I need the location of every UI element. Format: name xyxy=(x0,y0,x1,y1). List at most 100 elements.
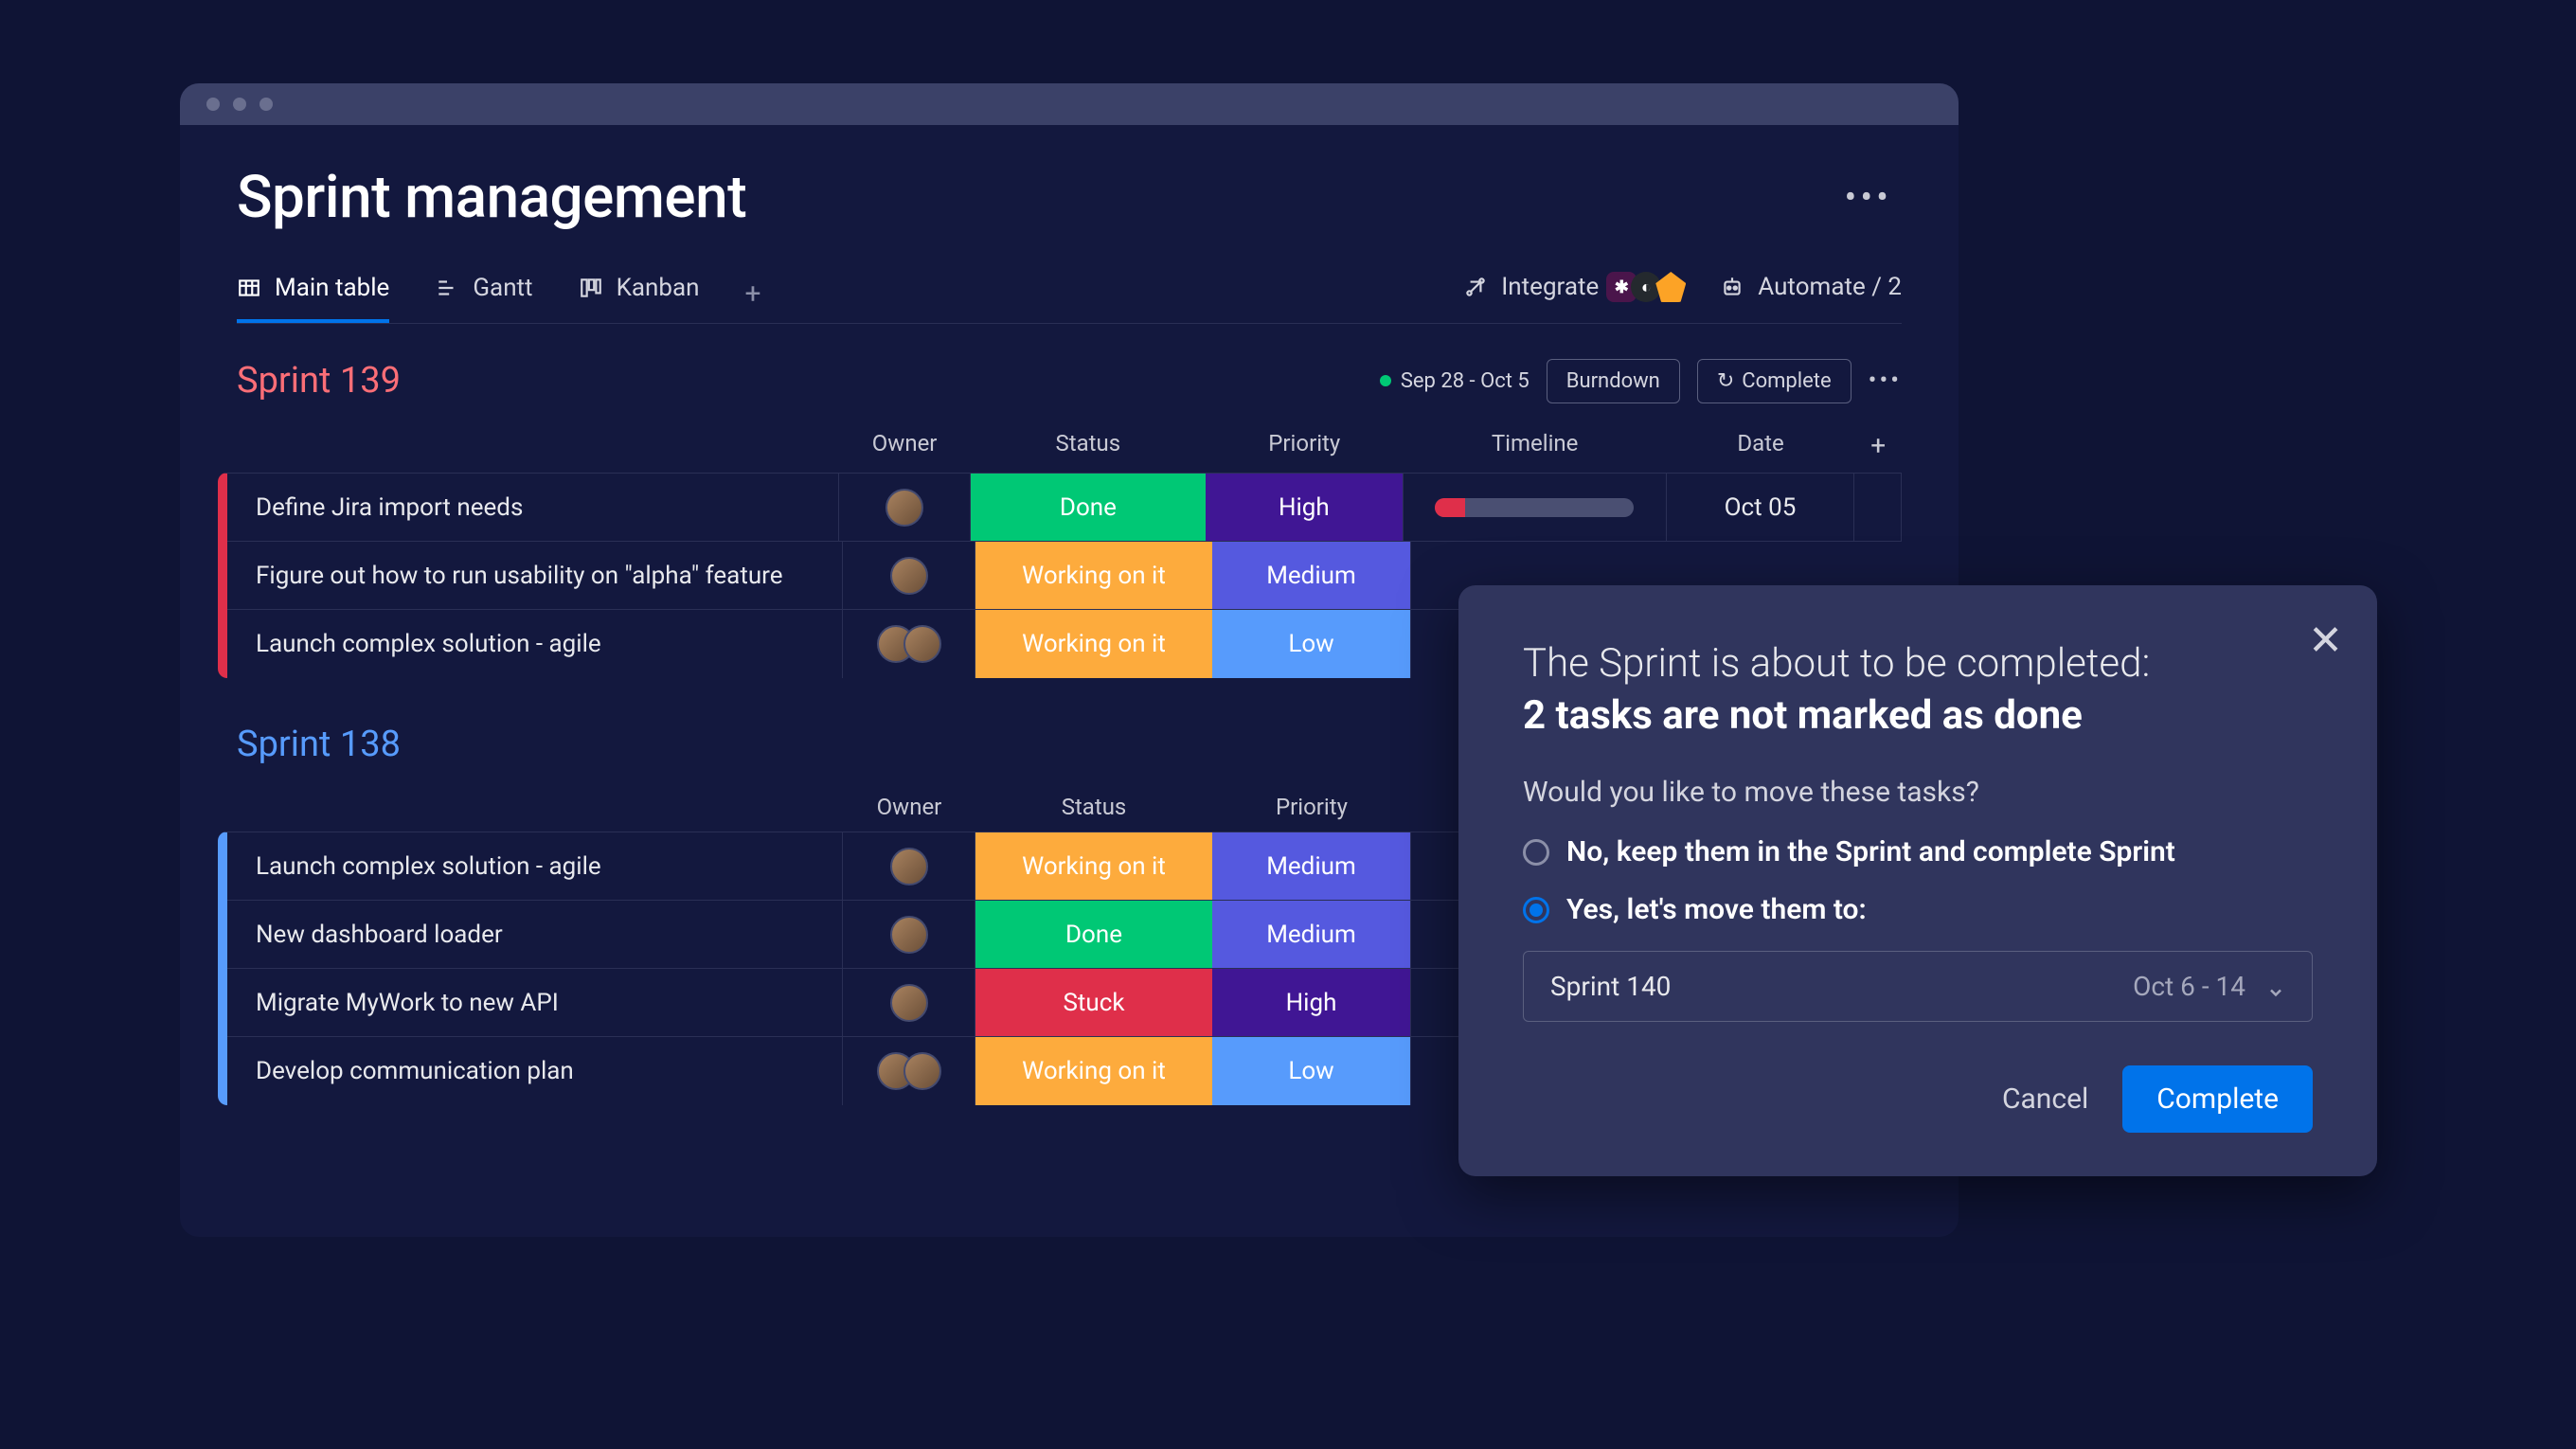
view-tab-label: Gantt xyxy=(473,274,532,302)
select-value: Sprint 140 xyxy=(1550,971,1671,1002)
radio-icon xyxy=(1523,839,1549,866)
progress-bar xyxy=(1435,498,1634,517)
view-tab-kanban[interactable]: Kanban xyxy=(579,264,700,323)
priority-cell[interactable]: High xyxy=(1212,969,1411,1036)
views-row: Main table Gantt Kanban + Integrate ✱ ◐ xyxy=(237,264,1902,324)
modal-heading: The Sprint is about to be completed: 2 t… xyxy=(1523,638,2313,742)
automate-button[interactable]: Automate / 2 xyxy=(1720,273,1902,301)
priority-cell[interactable]: Medium xyxy=(1212,901,1411,968)
avatar[interactable] xyxy=(890,557,928,595)
col-header-date[interactable]: Date xyxy=(1667,419,1855,473)
owner-cell[interactable] xyxy=(843,901,975,968)
sprint-date-range: Sep 28 - Oct 5 xyxy=(1380,369,1530,393)
board-more-icon[interactable]: ••• xyxy=(1845,177,1892,219)
task-name-cell[interactable]: Figure out how to run usability on "alph… xyxy=(227,542,843,609)
owner-cell[interactable] xyxy=(843,1037,975,1105)
priority-cell[interactable]: Low xyxy=(1212,610,1411,678)
page-title: Sprint management xyxy=(237,163,746,232)
view-tab-main-table[interactable]: Main table xyxy=(237,264,389,323)
priority-cell[interactable]: Medium xyxy=(1212,832,1411,900)
owner-cell[interactable] xyxy=(843,610,975,678)
chevron-down-icon xyxy=(2266,977,2285,996)
group-more-icon[interactable]: ••• xyxy=(1869,367,1902,395)
col-header-timeline[interactable]: Timeline xyxy=(1404,419,1667,473)
radio-option-yes[interactable]: Yes, let's move them to: xyxy=(1523,893,2313,926)
select-date: Oct 6 - 14 xyxy=(2133,971,2245,1002)
group-title[interactable]: Sprint 139 xyxy=(218,343,401,419)
radio-label-no: No, keep them in the Sprint and complete… xyxy=(1566,835,2175,868)
integrate-icon xyxy=(1463,275,1488,299)
task-name-cell[interactable]: New dashboard loader xyxy=(227,901,843,968)
close-icon[interactable]: ✕ xyxy=(2308,616,2343,665)
integrate-button[interactable]: Integrate ✱ ◐ xyxy=(1463,272,1686,302)
table-icon xyxy=(237,276,261,300)
task-name-cell[interactable]: Migrate MyWork to new API xyxy=(227,969,843,1036)
table-row[interactable]: Define Jira import needs DoneHigh Oct 05 xyxy=(227,474,1902,542)
col-header-priority[interactable]: Priority xyxy=(1206,419,1404,473)
task-name-cell[interactable]: Launch complex solution - agile xyxy=(227,610,843,678)
board-header: Sprint management ••• Main table Gantt Kan… xyxy=(180,125,1959,324)
burndown-button[interactable]: Burndown xyxy=(1547,359,1680,403)
owner-cell[interactable] xyxy=(843,542,975,609)
window-control-dot[interactable] xyxy=(259,98,273,111)
status-cell[interactable]: Working on it xyxy=(975,832,1212,900)
target-sprint-select[interactable]: Sprint 140 Oct 6 - 14 xyxy=(1523,951,2313,1022)
view-tab-gantt[interactable]: Gantt xyxy=(435,264,532,323)
priority-cell[interactable]: High xyxy=(1206,474,1404,541)
add-column-button[interactable]: + xyxy=(1854,419,1902,473)
avatar[interactable] xyxy=(903,625,941,663)
task-name-cell[interactable]: Launch complex solution - agile xyxy=(227,832,843,900)
col-header-status[interactable]: Status xyxy=(975,782,1212,832)
status-cell[interactable]: Done xyxy=(971,474,1206,541)
owner-cell[interactable] xyxy=(839,474,971,541)
modal-heading-line2: 2 tasks are not marked as done xyxy=(1523,692,2083,739)
integration-icons: ✱ ◐ xyxy=(1612,272,1686,302)
avatar[interactable] xyxy=(903,1052,941,1090)
col-header-owner[interactable]: Owner xyxy=(839,419,971,473)
window-control-dot[interactable] xyxy=(206,98,220,111)
radio-group: No, keep them in the Sprint and complete… xyxy=(1523,835,2313,1022)
task-name-cell[interactable]: Develop communication plan xyxy=(227,1037,843,1105)
avatar[interactable] xyxy=(890,916,928,954)
gitlab-icon xyxy=(1655,272,1686,302)
col-header-priority[interactable]: Priority xyxy=(1212,782,1411,832)
radio-option-no[interactable]: No, keep them in the Sprint and complete… xyxy=(1523,835,2313,868)
col-header-status[interactable]: Status xyxy=(971,419,1206,473)
radio-icon-selected xyxy=(1523,897,1549,923)
view-tab-label: Kanban xyxy=(617,274,700,302)
timeline-cell[interactable] xyxy=(1404,474,1667,541)
col-header-owner[interactable]: Owner xyxy=(843,782,975,832)
kanban-icon xyxy=(579,276,603,300)
window-control-dot[interactable] xyxy=(233,98,246,111)
status-cell[interactable]: Stuck xyxy=(975,969,1212,1036)
add-view-button[interactable]: + xyxy=(745,277,761,311)
priority-cell[interactable]: Low xyxy=(1212,1037,1411,1105)
status-cell[interactable]: Done xyxy=(975,901,1212,968)
owner-cell[interactable] xyxy=(843,832,975,900)
window-titlebar xyxy=(180,83,1959,125)
avatar[interactable] xyxy=(886,489,923,527)
radio-label-yes: Yes, let's move them to: xyxy=(1566,893,1867,926)
gantt-icon xyxy=(435,276,459,300)
group-title[interactable]: Sprint 138 xyxy=(218,707,401,782)
complete-sprint-button[interactable]: ↻Complete xyxy=(1697,359,1852,403)
owner-cell[interactable] xyxy=(843,969,975,1036)
modal-heading-line1: The Sprint is about to be completed: xyxy=(1523,640,2150,687)
cancel-button[interactable]: Cancel xyxy=(2002,1082,2088,1116)
integrate-label: Integrate xyxy=(1501,273,1599,301)
row-end-cell xyxy=(1854,474,1902,541)
avatar[interactable] xyxy=(890,848,928,886)
status-cell[interactable]: Working on it xyxy=(975,542,1212,609)
status-cell[interactable]: Working on it xyxy=(975,1037,1212,1105)
view-tab-label: Main table xyxy=(275,274,389,302)
automate-icon xyxy=(1720,275,1744,299)
active-dot-icon xyxy=(1380,375,1391,386)
avatar[interactable] xyxy=(890,984,928,1022)
priority-cell[interactable]: Medium xyxy=(1212,542,1411,609)
date-cell[interactable]: Oct 05 xyxy=(1667,474,1855,541)
task-name-cell[interactable]: Define Jira import needs xyxy=(227,474,839,541)
complete-button[interactable]: Complete xyxy=(2122,1065,2313,1133)
status-cell[interactable]: Working on it xyxy=(975,610,1212,678)
modal-prompt: Would you like to move these tasks? xyxy=(1523,776,2313,809)
refresh-icon: ↻ xyxy=(1717,369,1734,393)
